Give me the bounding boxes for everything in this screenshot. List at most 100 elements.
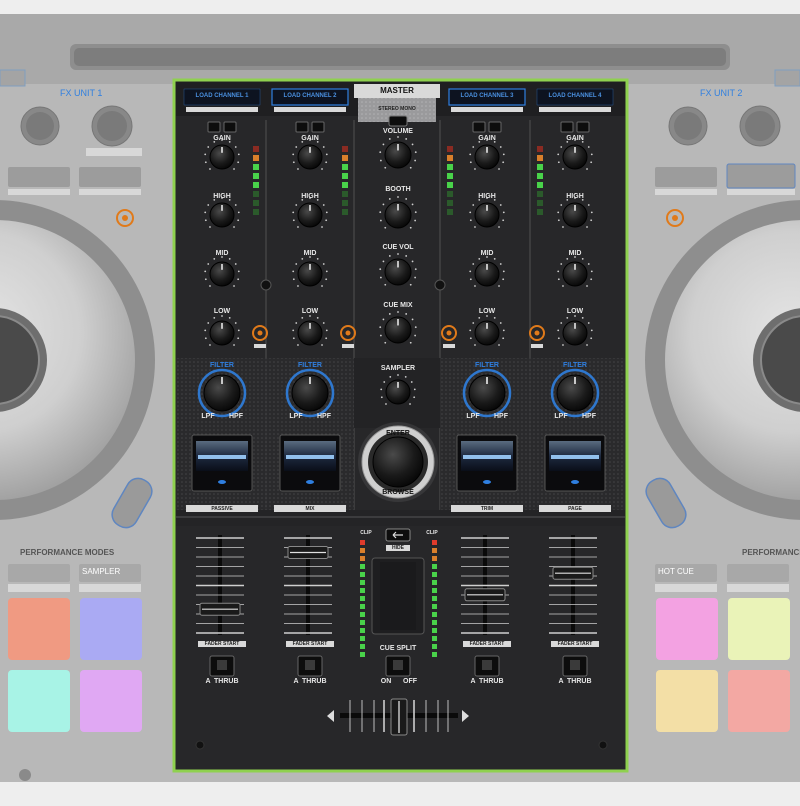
dj-controller <box>0 0 800 806</box>
xfader-assign-label: B <box>233 678 239 685</box>
vu-segment <box>447 200 453 206</box>
vu-segment <box>342 182 348 188</box>
hpf-label: HPF <box>317 413 331 420</box>
lpf-label: LPF <box>466 413 480 420</box>
vu-segment <box>253 182 259 188</box>
knob-label: GAIN <box>213 135 231 142</box>
master-knob-label: VOLUME <box>383 128 413 135</box>
knob-label: LOW <box>478 308 496 315</box>
vu-segment <box>253 200 259 206</box>
pad[interactable] <box>728 598 790 660</box>
vu-segment <box>447 173 453 179</box>
lpf-label: LPF <box>554 413 568 420</box>
master-vu-segment <box>360 620 365 625</box>
knob-label: HIGH <box>213 193 231 200</box>
master-vu-segment <box>360 556 365 561</box>
master-vu-segment <box>432 652 437 657</box>
pad[interactable] <box>8 670 70 732</box>
pad[interactable] <box>728 670 790 732</box>
channel-toggle[interactable] <box>295 121 309 133</box>
xfader-assign-label: B <box>321 678 327 685</box>
master-vu-segment <box>360 644 365 649</box>
hpf-label: HPF <box>582 413 596 420</box>
channel-toggle[interactable] <box>223 121 237 133</box>
pad[interactable] <box>80 670 142 732</box>
off-label: OFF <box>403 678 417 685</box>
master-vu-segment <box>360 540 365 545</box>
vu-segment <box>342 173 348 179</box>
vu-segment <box>342 164 348 170</box>
filter-label: FILTER <box>298 362 322 369</box>
vu-segment <box>342 191 348 197</box>
pad[interactable] <box>656 598 718 660</box>
master-vu-segment <box>432 556 437 561</box>
master-vu-segment <box>432 612 437 617</box>
master-vu-segment <box>360 596 365 601</box>
knob-label: LOW <box>301 308 319 315</box>
performance-label: PERFORMANCE <box>742 548 800 557</box>
channel-screen-label: LOAD CHANNEL 4 <box>548 93 602 99</box>
vu-segment <box>537 146 543 152</box>
vu-segment <box>447 164 453 170</box>
vu-segment <box>537 182 543 188</box>
filter-label: FILTER <box>210 362 234 369</box>
channel-indicator <box>434 279 446 291</box>
knob-label: MID <box>215 250 229 257</box>
vu-segment <box>537 164 543 170</box>
screw <box>598 740 608 750</box>
knob-label: HIGH <box>478 193 496 200</box>
stereo-mono-switch[interactable] <box>388 115 408 127</box>
knob-label: MID <box>303 250 317 257</box>
master-label: MASTER <box>380 86 414 95</box>
vu-segment <box>447 191 453 197</box>
vu-segment <box>253 173 259 179</box>
knob-label: HIGH <box>301 193 319 200</box>
master-vu-segment <box>360 588 365 593</box>
master-vu-segment <box>432 620 437 625</box>
pad[interactable] <box>8 598 70 660</box>
xfader-assign-label: B <box>498 678 504 685</box>
knob-label: GAIN <box>301 135 319 142</box>
vu-segment <box>253 191 259 197</box>
vu-segment <box>447 146 453 152</box>
cue-split-label: CUE SPLIT <box>379 645 417 652</box>
master-vu-segment <box>432 628 437 633</box>
master-vu-segment <box>432 604 437 609</box>
vu-segment <box>447 209 453 215</box>
knob-label: LOW <box>566 308 584 315</box>
master-vu-segment <box>432 564 437 569</box>
master-vu-segment <box>360 580 365 585</box>
channel-toggle[interactable] <box>576 121 590 133</box>
sampler-label: SAMPLER <box>380 365 416 372</box>
master-vu-segment <box>360 612 365 617</box>
channel-indicator <box>260 279 272 291</box>
vu-segment <box>342 209 348 215</box>
on-label: ON <box>380 678 392 685</box>
browse-encoder[interactable] <box>372 436 424 488</box>
channel-toggle[interactable] <box>311 121 325 133</box>
channel-toggle[interactable] <box>560 121 574 133</box>
master-vu-segment <box>360 628 365 633</box>
pad[interactable] <box>656 670 718 732</box>
knob-label: MID <box>480 250 494 257</box>
pad[interactable] <box>80 598 142 660</box>
knob-label: GAIN <box>566 135 584 142</box>
channel-toggle[interactable] <box>472 121 486 133</box>
vu-segment <box>342 155 348 161</box>
knob-label: LOW <box>213 308 231 315</box>
master-vu-segment <box>360 564 365 569</box>
vu-segment <box>537 191 543 197</box>
master-vu-segment <box>360 548 365 553</box>
master-vu-segment <box>432 540 437 545</box>
channel-assign-label: PAGE <box>568 506 582 512</box>
master-vu-segment <box>432 572 437 577</box>
vu-segment <box>253 146 259 152</box>
vu-segment <box>447 182 453 188</box>
master-vu-segment <box>432 644 437 649</box>
clip-label-right: CLIP <box>426 530 438 536</box>
vu-segment <box>253 164 259 170</box>
channel-toggle[interactable] <box>207 121 221 133</box>
channel-toggle[interactable] <box>488 121 502 133</box>
master-vu-segment <box>360 572 365 577</box>
hot-cue-mode-label: HOT CUE <box>658 567 694 576</box>
